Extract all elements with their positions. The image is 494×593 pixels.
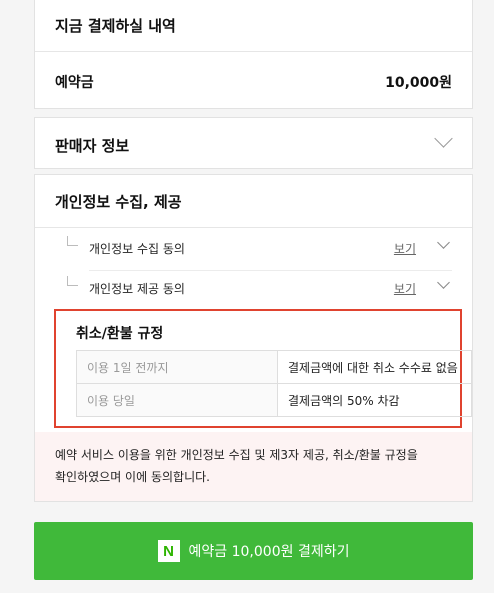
divider	[35, 51, 472, 52]
seller-title: 판매자 정보	[55, 137, 130, 155]
consent-item-collection: 개인정보 수집 동의 보기	[55, 231, 452, 271]
table-row: 이용 1일 전까지 결제금액에 대한 취소 수수료 없음	[76, 350, 472, 384]
refund-table: 이용 1일 전까지 결제금액에 대한 취소 수수료 없음 이용 당일 결제금액의…	[76, 350, 472, 417]
refund-policy-box: 취소/환불 규정 이용 1일 전까지 결제금액에 대한 취소 수수료 없음 이용…	[54, 309, 472, 428]
notice-line: 확인하였으며 이에 동의합니다.	[55, 470, 210, 484]
consent-item-provision: 개인정보 제공 동의 보기	[55, 271, 452, 311]
consent-label: 개인정보 수집 동의	[89, 242, 185, 256]
view-link[interactable]: 보기	[394, 240, 416, 257]
seller-info-toggle[interactable]: 판매자 정보	[34, 117, 473, 169]
privacy-consent-card: 개인정보 수집, 제공 개인정보 수집 동의 보기 개인정보 제공 동의 보기 …	[34, 174, 473, 502]
payment-title: 지금 결제하실 내역	[55, 17, 176, 35]
refund-when-cell: 이용 1일 전까지	[76, 350, 278, 384]
consent-notice: 예약 서비스 이용을 위한 개인정보 수집 및 제3자 제공, 취소/환불 규정…	[35, 432, 472, 501]
chevron-down-icon[interactable]	[437, 276, 450, 289]
payment-summary-card: 지금 결제하실 내역 예약금 10,000원	[34, 0, 473, 109]
privacy-title: 개인정보 수집, 제공	[55, 193, 182, 211]
notice-line: 예약 서비스 이용을 위한 개인정보 수집 및 제3자 제공, 취소/환불 규정…	[55, 448, 418, 462]
pay-deposit-button[interactable]: N 예약금 10,000원 결제하기	[34, 522, 473, 580]
tree-branch-icon	[67, 276, 78, 286]
refund-fee-cell: 결제금액에 대한 취소 수수료 없음	[277, 350, 472, 384]
consent-label: 개인정보 제공 동의	[89, 282, 185, 296]
pay-button-label: 예약금 10,000원 결제하기	[188, 544, 350, 560]
table-row: 이용 당일 결제금액의 50% 차감	[76, 383, 472, 417]
refund-title: 취소/환불 규정	[76, 326, 164, 342]
divider	[35, 227, 472, 228]
view-link[interactable]: 보기	[394, 280, 416, 297]
chevron-down-icon[interactable]	[434, 129, 453, 148]
naver-pay-icon: N	[157, 540, 180, 562]
refund-fee-cell: 결제금액의 50% 차감	[277, 383, 472, 417]
refund-when-cell: 이용 당일	[76, 383, 278, 417]
deposit-label: 예약금	[55, 75, 94, 91]
deposit-amount: 10,000원	[385, 75, 452, 91]
chevron-down-icon[interactable]	[437, 236, 450, 249]
tree-branch-icon	[67, 236, 78, 246]
